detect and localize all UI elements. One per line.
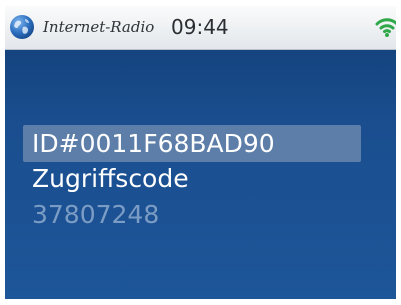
status-bar: Internet-Radio 09:44 (5, 6, 396, 50)
app-name: Internet-Radio (43, 18, 155, 36)
access-code-value: 37807248 (32, 200, 160, 229)
radio-display: Internet-Radio 09:44 ID#0011F68BAD90 Zug… (5, 6, 396, 299)
access-code-label: Zugriffscode (32, 164, 189, 193)
globe-icon (10, 15, 34, 39)
clock: 09:44 (171, 15, 229, 39)
device-id[interactable]: ID#0011F68BAD90 (32, 129, 275, 159)
wifi-icon (375, 18, 396, 37)
